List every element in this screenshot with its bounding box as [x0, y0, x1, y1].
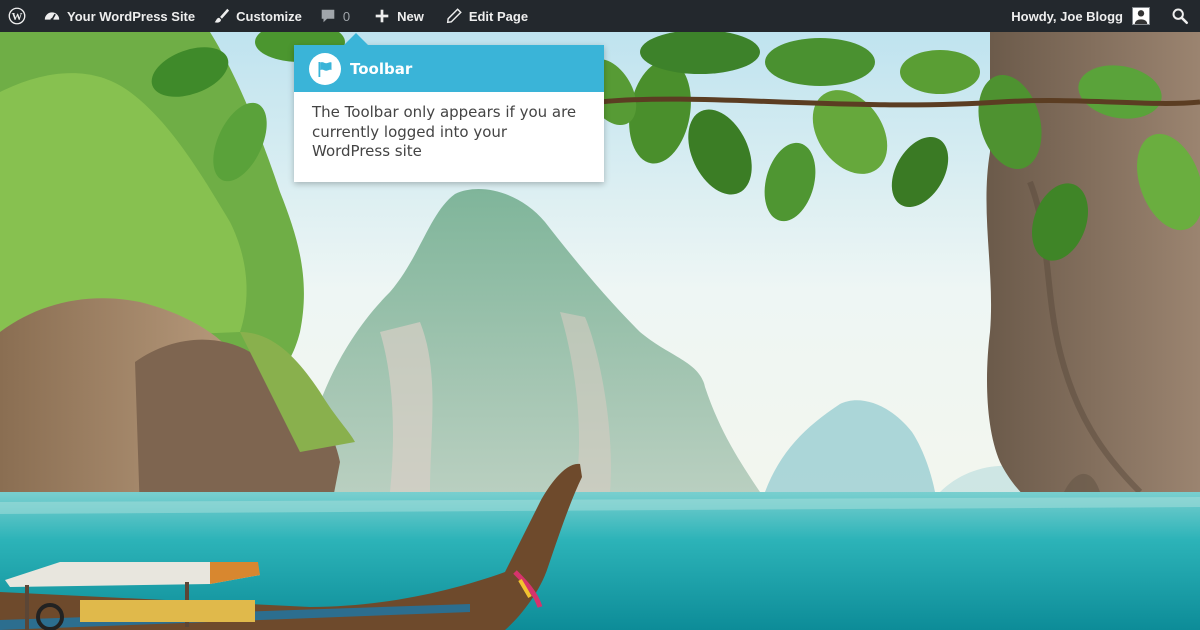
admin-toolbar: W Your WordPress Site Customize 0 New Ed… — [0, 0, 1200, 32]
toolbar-help-pointer: Toolbar The Toolbar only appears if you … — [294, 33, 604, 182]
pointer-body-text: The Toolbar only appears if you are curr… — [312, 103, 577, 160]
search-icon — [1170, 6, 1190, 26]
account-greeting: Howdy, Joe Blogg — [1011, 8, 1123, 24]
comments-count: 0 — [342, 8, 351, 24]
svg-text:W: W — [12, 11, 23, 23]
pointer-header: Toolbar — [294, 45, 604, 92]
plus-icon — [372, 6, 392, 26]
customize-button[interactable]: Customize — [203, 0, 310, 32]
user-avatar — [1132, 7, 1150, 25]
new-label: New — [397, 8, 424, 24]
my-account-button[interactable]: Howdy, Joe Blogg — [1003, 0, 1158, 32]
site-name-button[interactable]: Your WordPress Site — [34, 0, 203, 32]
edit-page-label: Edit Page — [468, 8, 529, 24]
toolbar-search-button[interactable] — [1158, 0, 1200, 32]
pointer-arrow — [344, 33, 368, 45]
comment-bubble-icon — [318, 6, 338, 26]
site-name-label: Your WordPress Site — [67, 8, 196, 24]
pencil-icon — [444, 6, 464, 26]
new-content-button[interactable]: New — [358, 0, 432, 32]
customize-label: Customize — [236, 8, 302, 24]
edit-page-button[interactable]: Edit Page — [432, 0, 536, 32]
comments-button[interactable]: 0 — [310, 0, 358, 32]
flag-icon — [309, 52, 341, 85]
wordpress-logo-icon: W — [7, 6, 27, 26]
toolbar-left-group: W Your WordPress Site Customize 0 New Ed… — [0, 0, 536, 32]
wordpress-menu-button[interactable]: W — [0, 0, 34, 32]
pointer-title: Toolbar — [350, 59, 413, 78]
dashboard-icon — [42, 6, 62, 26]
toolbar-right-group: Howdy, Joe Blogg — [1003, 0, 1200, 32]
paintbrush-icon — [211, 6, 231, 26]
